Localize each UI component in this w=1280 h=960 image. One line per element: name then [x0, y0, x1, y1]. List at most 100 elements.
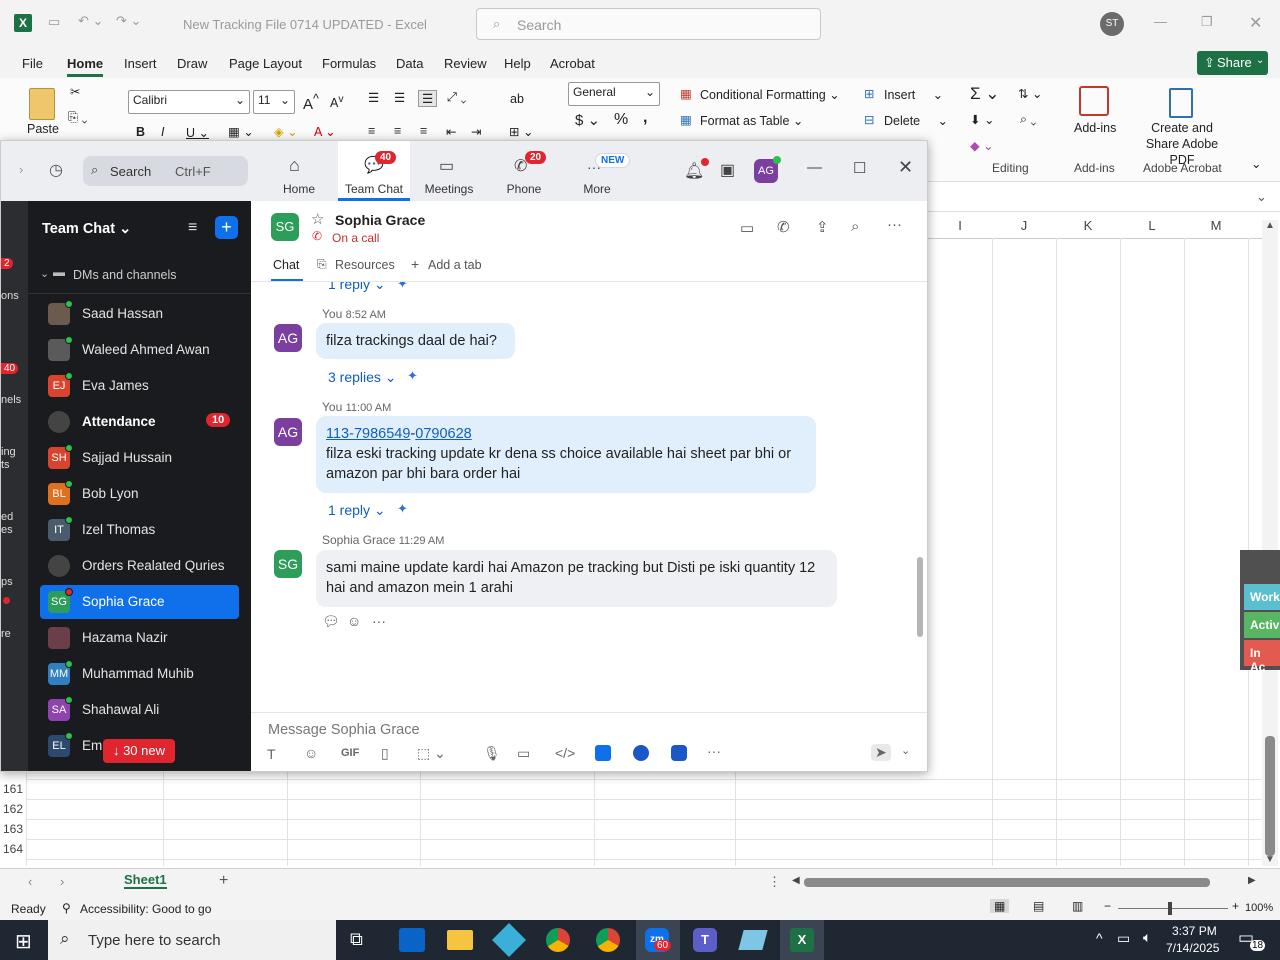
percent-icon[interactable]: % — [614, 111, 628, 129]
sidebar-title[interactable]: Team Chat ⌄ — [42, 221, 131, 237]
wrap-text-icon[interactable]: ab — [510, 92, 524, 106]
order-link[interactable]: 0790628 — [415, 426, 471, 442]
sidebar-item-waleed-ahmed-awan[interactable]: Waleed Ahmed Awan — [40, 333, 239, 367]
grow-font-icon[interactable]: A^ — [303, 92, 319, 113]
font-size-select[interactable]: 11 ⌄ — [253, 90, 295, 114]
row-header[interactable]: 161 — [0, 782, 26, 796]
share-screen-icon[interactable]: ⇪ — [816, 218, 829, 236]
menu-data[interactable]: Data — [396, 56, 423, 71]
fill-icon[interactable]: ⬇ ⌄ — [970, 112, 994, 127]
accessibility-status[interactable]: Accessibility: Good to go — [80, 902, 211, 916]
redo-icon[interactable]: ↷ ⌄ — [116, 13, 141, 29]
row-header[interactable]: 164 — [0, 842, 26, 856]
zoom-in-icon[interactable]: + — [1232, 899, 1239, 913]
font-color-icon[interactable]: A ⌄ — [314, 124, 336, 139]
sheet-next-icon[interactable]: › — [60, 874, 64, 889]
paste-button[interactable]: Paste — [27, 122, 59, 136]
sidebar-item-shahawal-ali[interactable]: SA Shahawal Ali — [40, 693, 239, 727]
more-apps-icon[interactable]: ··· — [707, 743, 721, 759]
filter-icon[interactable]: ≡ — [188, 219, 197, 237]
sidebar-item-bob-lyon[interactable]: BL Bob Lyon — [40, 477, 239, 511]
new-chat-button[interactable]: + — [215, 216, 238, 239]
file-icon[interactable]: ▯ — [381, 745, 389, 762]
menu-review[interactable]: Review — [444, 56, 487, 71]
chevron-down-icon[interactable]: ⌄ — [1256, 189, 1267, 205]
ribbon-collapse-icon[interactable]: ⌄ — [1251, 156, 1261, 171]
zoom-out-icon[interactable]: − — [1104, 899, 1111, 913]
thread-replies-button[interactable]: 3 replies ⌄ — [328, 369, 397, 386]
volume-icon[interactable]: 🔈︎ — [1143, 929, 1151, 946]
align-bottom-icon[interactable]: ☰ — [418, 90, 438, 107]
italic-icon[interactable]: I — [161, 125, 164, 139]
emoji-icon[interactable]: ☺ — [304, 745, 318, 761]
page-layout-view-icon[interactable]: ▤ — [1033, 899, 1044, 913]
sheet-prev-icon[interactable]: ‹ — [28, 874, 32, 889]
audio-message-icon[interactable]: 🎙︎ — [483, 745, 501, 762]
taskbar-time[interactable]: 3:37 PM — [1172, 924, 1217, 938]
dms-channels-section[interactable]: DMs and channels — [73, 268, 177, 282]
borders-icon[interactable]: ▦ ⌄ — [228, 124, 254, 139]
thread-replies-button[interactable]: 1 reply ⌄ — [328, 282, 386, 293]
app-icon[interactable] — [738, 930, 768, 950]
video-call-icon[interactable]: ▭ — [740, 219, 754, 237]
horizontal-scrollbar[interactable]: ◀ ▶ — [792, 875, 1260, 889]
align-center-icon[interactable]: ≡ — [394, 124, 401, 138]
excel-taskbar-icon[interactable]: X — [780, 920, 824, 960]
app-icon[interactable] — [595, 745, 611, 761]
zoom-close-icon[interactable]: ✕ — [898, 157, 913, 178]
windows-start-icon[interactable]: ⊞ — [15, 929, 32, 954]
nav-home[interactable]: ⌂ Home — [263, 141, 335, 201]
row-header[interactable]: 163 — [0, 822, 26, 836]
sidebar-item-hazama-nazir[interactable]: Hazama Nazir — [40, 621, 239, 655]
comma-icon[interactable]: , — [643, 109, 647, 127]
network-icon[interactable]: ▭ — [1117, 930, 1130, 947]
menu-file[interactable]: File — [22, 56, 43, 71]
scroll-down-icon[interactable]: ▼ — [1265, 854, 1275, 865]
audio-call-icon[interactable]: ✆ — [777, 218, 790, 236]
section-chevron-icon[interactable]: ⌄ — [40, 267, 49, 280]
side-panel-inactive-label[interactable]: In Ac — [1244, 640, 1280, 674]
paste-icon[interactable] — [29, 88, 55, 120]
column-header-l[interactable]: L — [1120, 218, 1184, 238]
row-header[interactable]: 162 — [0, 802, 26, 816]
excel-user-avatar[interactable]: ST — [1100, 12, 1124, 36]
chat-search-icon[interactable]: ⌕ — [851, 218, 859, 235]
menu-home[interactable]: Home — [67, 56, 104, 77]
more-options-icon[interactable]: ⋮ — [768, 874, 781, 890]
indent-decrease-icon[interactable]: ⇤ — [446, 124, 456, 139]
tab-resources[interactable]: Resources — [335, 258, 395, 272]
taskbar-date[interactable]: 7/14/2025 — [1166, 941, 1219, 955]
tray-chevron-icon[interactable]: ^ — [1096, 930, 1103, 946]
column-header-j[interactable]: J — [992, 218, 1056, 238]
new-messages-pill[interactable]: ↓ 30 new — [103, 739, 175, 763]
zoom-minimize-icon[interactable]: — — [807, 159, 822, 176]
scrollbar-thumb[interactable] — [1265, 736, 1275, 856]
sidebar-item-eva-james[interactable]: EJ Eva James — [40, 369, 239, 403]
send-button[interactable]: ➤ — [871, 744, 891, 761]
message-bubble[interactable]: sami maine update kardi hai Amazon pe tr… — [316, 550, 837, 607]
message-avatar[interactable]: SG — [274, 550, 302, 578]
addins-icon[interactable] — [1079, 86, 1109, 116]
message-avatar[interactable]: AG — [274, 418, 302, 446]
chat-contact-name[interactable]: Sophia Grace — [335, 212, 425, 228]
file-explorer-icon[interactable] — [447, 930, 473, 950]
sheet-tab-sheet1[interactable]: Sheet1 — [124, 872, 167, 889]
orientation-icon[interactable]: ⤢ ⌄ — [447, 90, 466, 105]
app-icon[interactable] — [671, 745, 687, 761]
insert-cells-button[interactable]: Insert ⌄ — [884, 87, 943, 102]
reply-in-thread-icon[interactable]: 💬︎ — [322, 613, 340, 630]
horizontal-scrollbar-thumb[interactable] — [804, 878, 1210, 887]
side-panel-active-label[interactable]: Activ — [1244, 612, 1280, 638]
star-icon[interactable]: ☆ — [311, 210, 324, 228]
taskbar-search-box[interactable]: ⌕ Type here to search — [48, 920, 336, 960]
menu-formulas[interactable]: Formulas — [322, 56, 376, 71]
shrink-font-icon[interactable]: Av — [330, 94, 344, 110]
tab-add[interactable]: Add a tab — [428, 258, 482, 272]
nav-more[interactable]: ··· NEW More — [561, 141, 633, 201]
add-sheet-icon[interactable]: + — [219, 872, 228, 890]
gif-icon[interactable]: GIF — [341, 747, 359, 759]
autosum-icon[interactable]: Σ ⌄ — [970, 84, 999, 104]
find-icon[interactable]: ⌕ ⌄ — [1020, 112, 1036, 127]
restore-icon[interactable]: ❐ — [1201, 14, 1213, 30]
excel-search-box[interactable]: ⌕ Search — [476, 8, 821, 40]
